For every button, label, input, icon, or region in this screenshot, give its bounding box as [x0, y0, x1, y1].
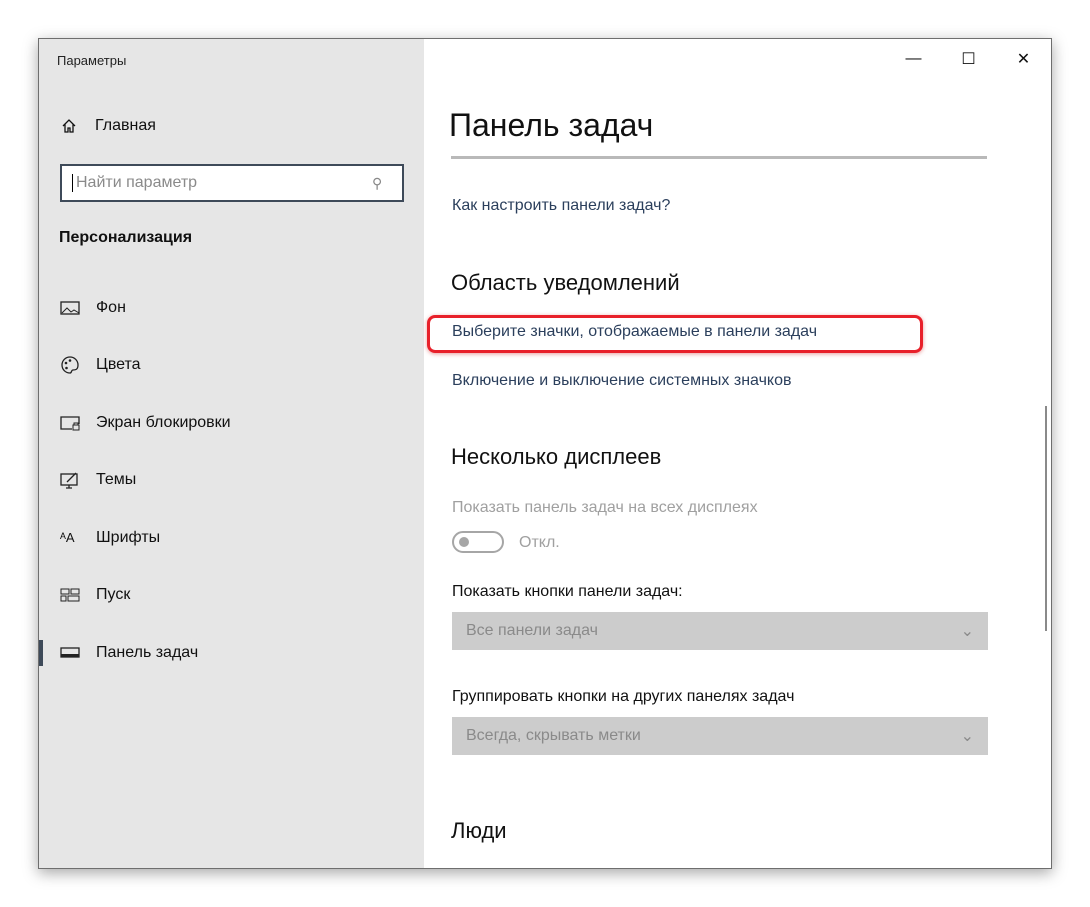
page-title: Панель задач: [449, 107, 654, 143]
sidebar-item-background[interactable]: Фон: [39, 279, 424, 337]
search-box[interactable]: ⚲: [60, 164, 404, 202]
toggle-state: Откл.: [519, 534, 560, 551]
image-icon: [60, 300, 96, 316]
window-title: Параметры: [57, 53, 127, 68]
sidebar-item-label: Цвета: [96, 356, 141, 374]
themes-icon: [60, 471, 96, 489]
taskbar-icon: [60, 645, 96, 661]
system-icons-link[interactable]: Включение и выключение системных значков: [452, 372, 791, 390]
window-controls: — ☐ ✕: [886, 39, 1051, 79]
sidebar-item-label: Темы: [96, 471, 137, 489]
sidebar-item-label: Панель задач: [96, 643, 199, 661]
home-label: Главная: [95, 117, 156, 134]
main-content: — ☐ ✕ Панель задач Как настроить панели …: [424, 39, 1051, 868]
section-heading: Персонализация: [59, 229, 193, 246]
sidebar-item-start[interactable]: Пуск: [39, 567, 424, 625]
multiple-displays-heading: Несколько дисплеев: [451, 444, 662, 469]
people-heading: Люди: [451, 818, 507, 843]
chevron-down-icon: ⌄: [960, 623, 974, 640]
dropdown-value: Все панели задач: [466, 622, 598, 639]
maximize-button[interactable]: ☐: [941, 39, 996, 79]
title-divider: [451, 156, 987, 159]
sidebar-item-fonts[interactable]: ᴬA Шрифты: [39, 509, 424, 567]
sidebar-item-label: Фон: [96, 298, 126, 316]
dropdown-value: Всегда, скрывать метки: [466, 727, 641, 744]
sidebar-item-taskbar[interactable]: Панель задач: [39, 624, 424, 682]
search-icon[interactable]: ⚲: [372, 175, 402, 192]
sidebar-item-themes[interactable]: Темы: [39, 452, 424, 510]
sidebar-item-label: Экран блокировки: [96, 413, 231, 431]
palette-icon: [60, 355, 96, 375]
notification-area-heading: Область уведомлений: [451, 270, 680, 295]
taskbar-buttons-dropdown[interactable]: Все панели задач ⌄: [452, 612, 988, 650]
select-icons-link[interactable]: Выберите значки, отображаемые в панели з…: [452, 323, 817, 341]
home-icon: [62, 119, 76, 133]
scrollbar[interactable]: [1045, 406, 1047, 631]
start-icon: [60, 587, 96, 603]
settings-window: Параметры Главная ⚲ Персонализация Фон Ц…: [38, 38, 1052, 869]
chevron-down-icon: ⌄: [960, 728, 974, 745]
taskbar-buttons-label: Показать кнопки панели задач:: [452, 583, 683, 600]
help-link[interactable]: Как настроить панели задач?: [452, 197, 670, 215]
close-button[interactable]: ✕: [996, 39, 1051, 79]
sidebar-home[interactable]: Главная: [61, 117, 156, 135]
minimize-button[interactable]: —: [886, 39, 941, 79]
show-all-displays-toggle[interactable]: [452, 531, 504, 553]
sidebar-item-label: Пуск: [96, 586, 131, 604]
group-buttons-label: Группировать кнопки на других панелях за…: [452, 688, 795, 705]
search-input[interactable]: [72, 174, 372, 192]
sidebar-item-lock-screen[interactable]: Экран блокировки: [39, 394, 424, 452]
sidebar-item-colors[interactable]: Цвета: [39, 337, 424, 395]
lock-screen-icon: [60, 415, 96, 431]
fonts-icon: ᴬA: [60, 530, 75, 546]
group-buttons-dropdown[interactable]: Всегда, скрывать метки ⌄: [452, 717, 988, 755]
sidebar: Параметры Главная ⚲ Персонализация Фон Ц…: [39, 39, 424, 868]
sidebar-nav: Фон Цвета Экран блокировки Темы ᴬA Шрифты…: [39, 279, 424, 682]
sidebar-item-label: Шрифты: [96, 528, 161, 546]
show-all-displays-label: Показать панель задач на всех дисплеях: [452, 499, 758, 516]
